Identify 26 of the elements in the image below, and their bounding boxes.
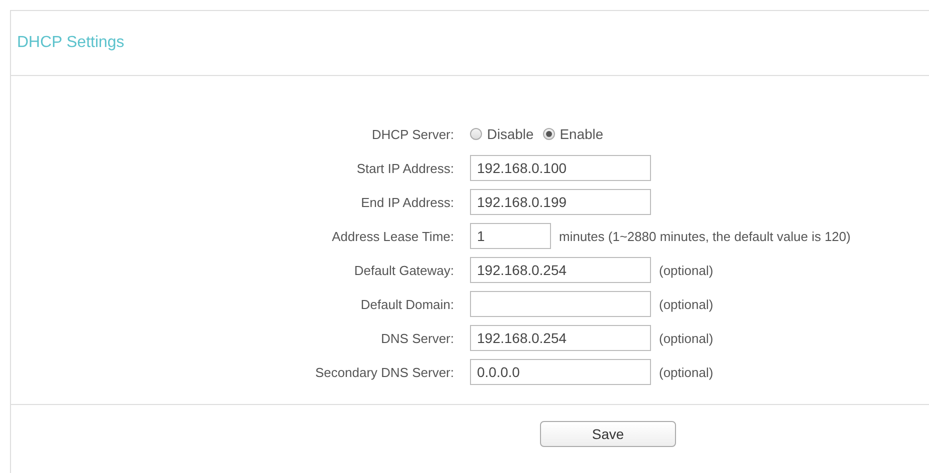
field-label: DHCP Server: xyxy=(370,126,455,142)
input-field[interactable]: 192.168.0.199 xyxy=(470,189,651,215)
input-field[interactable]: 0.0.0.0 xyxy=(470,359,651,385)
input-field[interactable]: 192.168.0.254 xyxy=(470,325,651,351)
radio-label: Enable xyxy=(560,126,604,142)
panel-title: DHCP Settings xyxy=(17,34,124,52)
field-note: (optional) xyxy=(659,296,714,312)
field-label: Default Domain: xyxy=(360,296,455,312)
field-label: Secondary DNS Server: xyxy=(314,364,455,380)
input-field[interactable]: 1 xyxy=(470,223,551,249)
radio-button[interactable] xyxy=(542,128,555,140)
radio-label: Disable xyxy=(487,126,534,142)
field-label: Address Lease Time: xyxy=(330,228,455,244)
field-label: DNS Server: xyxy=(380,330,455,346)
save-button[interactable]: Save xyxy=(540,421,676,447)
field-label: Start IP Address: xyxy=(356,160,455,176)
field-note: (optional) xyxy=(659,364,714,380)
input-field[interactable]: 192.168.0.100 xyxy=(470,155,651,181)
field-note: (optional) xyxy=(659,330,714,346)
field-label: Default Gateway: xyxy=(353,262,455,278)
input-field[interactable] xyxy=(470,291,651,317)
field-note: minutes (1~2880 minutes, the default value is 120) xyxy=(559,228,851,244)
radio-button[interactable] xyxy=(470,128,482,140)
field-note: (optional) xyxy=(659,262,714,278)
input-field[interactable]: 192.168.0.254 xyxy=(470,257,651,283)
field-label: End IP Address: xyxy=(360,194,455,210)
